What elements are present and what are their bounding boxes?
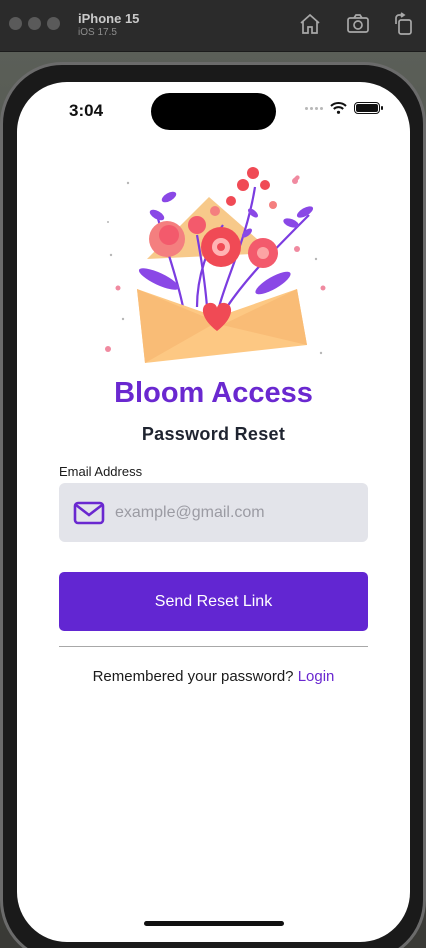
login-prompt: Remembered your password? Login <box>17 668 410 685</box>
envelope-flowers-illustration <box>105 167 326 363</box>
simulator-device-name: iPhone 15 <box>78 11 140 26</box>
divider <box>59 646 368 647</box>
minimize-window-button[interactable] <box>28 17 41 30</box>
mail-icon <box>73 501 105 524</box>
close-window-button[interactable] <box>9 17 22 30</box>
remembered-password-text: Remembered your password? <box>92 668 298 685</box>
status-icons <box>305 102 383 114</box>
status-time: 3:04 <box>69 101 104 120</box>
phone-screen: 3:04 Bloom Access Password Reset Email A… <box>17 82 410 942</box>
simulator-toolbar: iPhone 15 iOS 17.5 <box>0 0 426 52</box>
page-subtitle: Password Reset <box>141 424 286 444</box>
camera-icon[interactable] <box>346 12 370 36</box>
login-link[interactable]: Login <box>298 668 335 685</box>
signal-icon <box>305 106 323 110</box>
battery-icon <box>354 102 383 114</box>
app-title: Bloom Access <box>114 377 313 409</box>
email-field-container[interactable] <box>59 483 368 542</box>
home-indicator[interactable] <box>144 921 284 926</box>
simulator-os-version: iOS 17.5 <box>78 27 117 38</box>
wifi-icon <box>330 102 347 114</box>
rotate-icon[interactable] <box>392 12 416 36</box>
email-input[interactable] <box>115 503 335 522</box>
email-label: Email Address <box>59 464 143 479</box>
home-icon[interactable] <box>298 12 322 36</box>
send-reset-link-button[interactable]: Send Reset Link <box>59 572 368 631</box>
zoom-window-button[interactable] <box>47 17 60 30</box>
dynamic-island <box>151 93 276 130</box>
